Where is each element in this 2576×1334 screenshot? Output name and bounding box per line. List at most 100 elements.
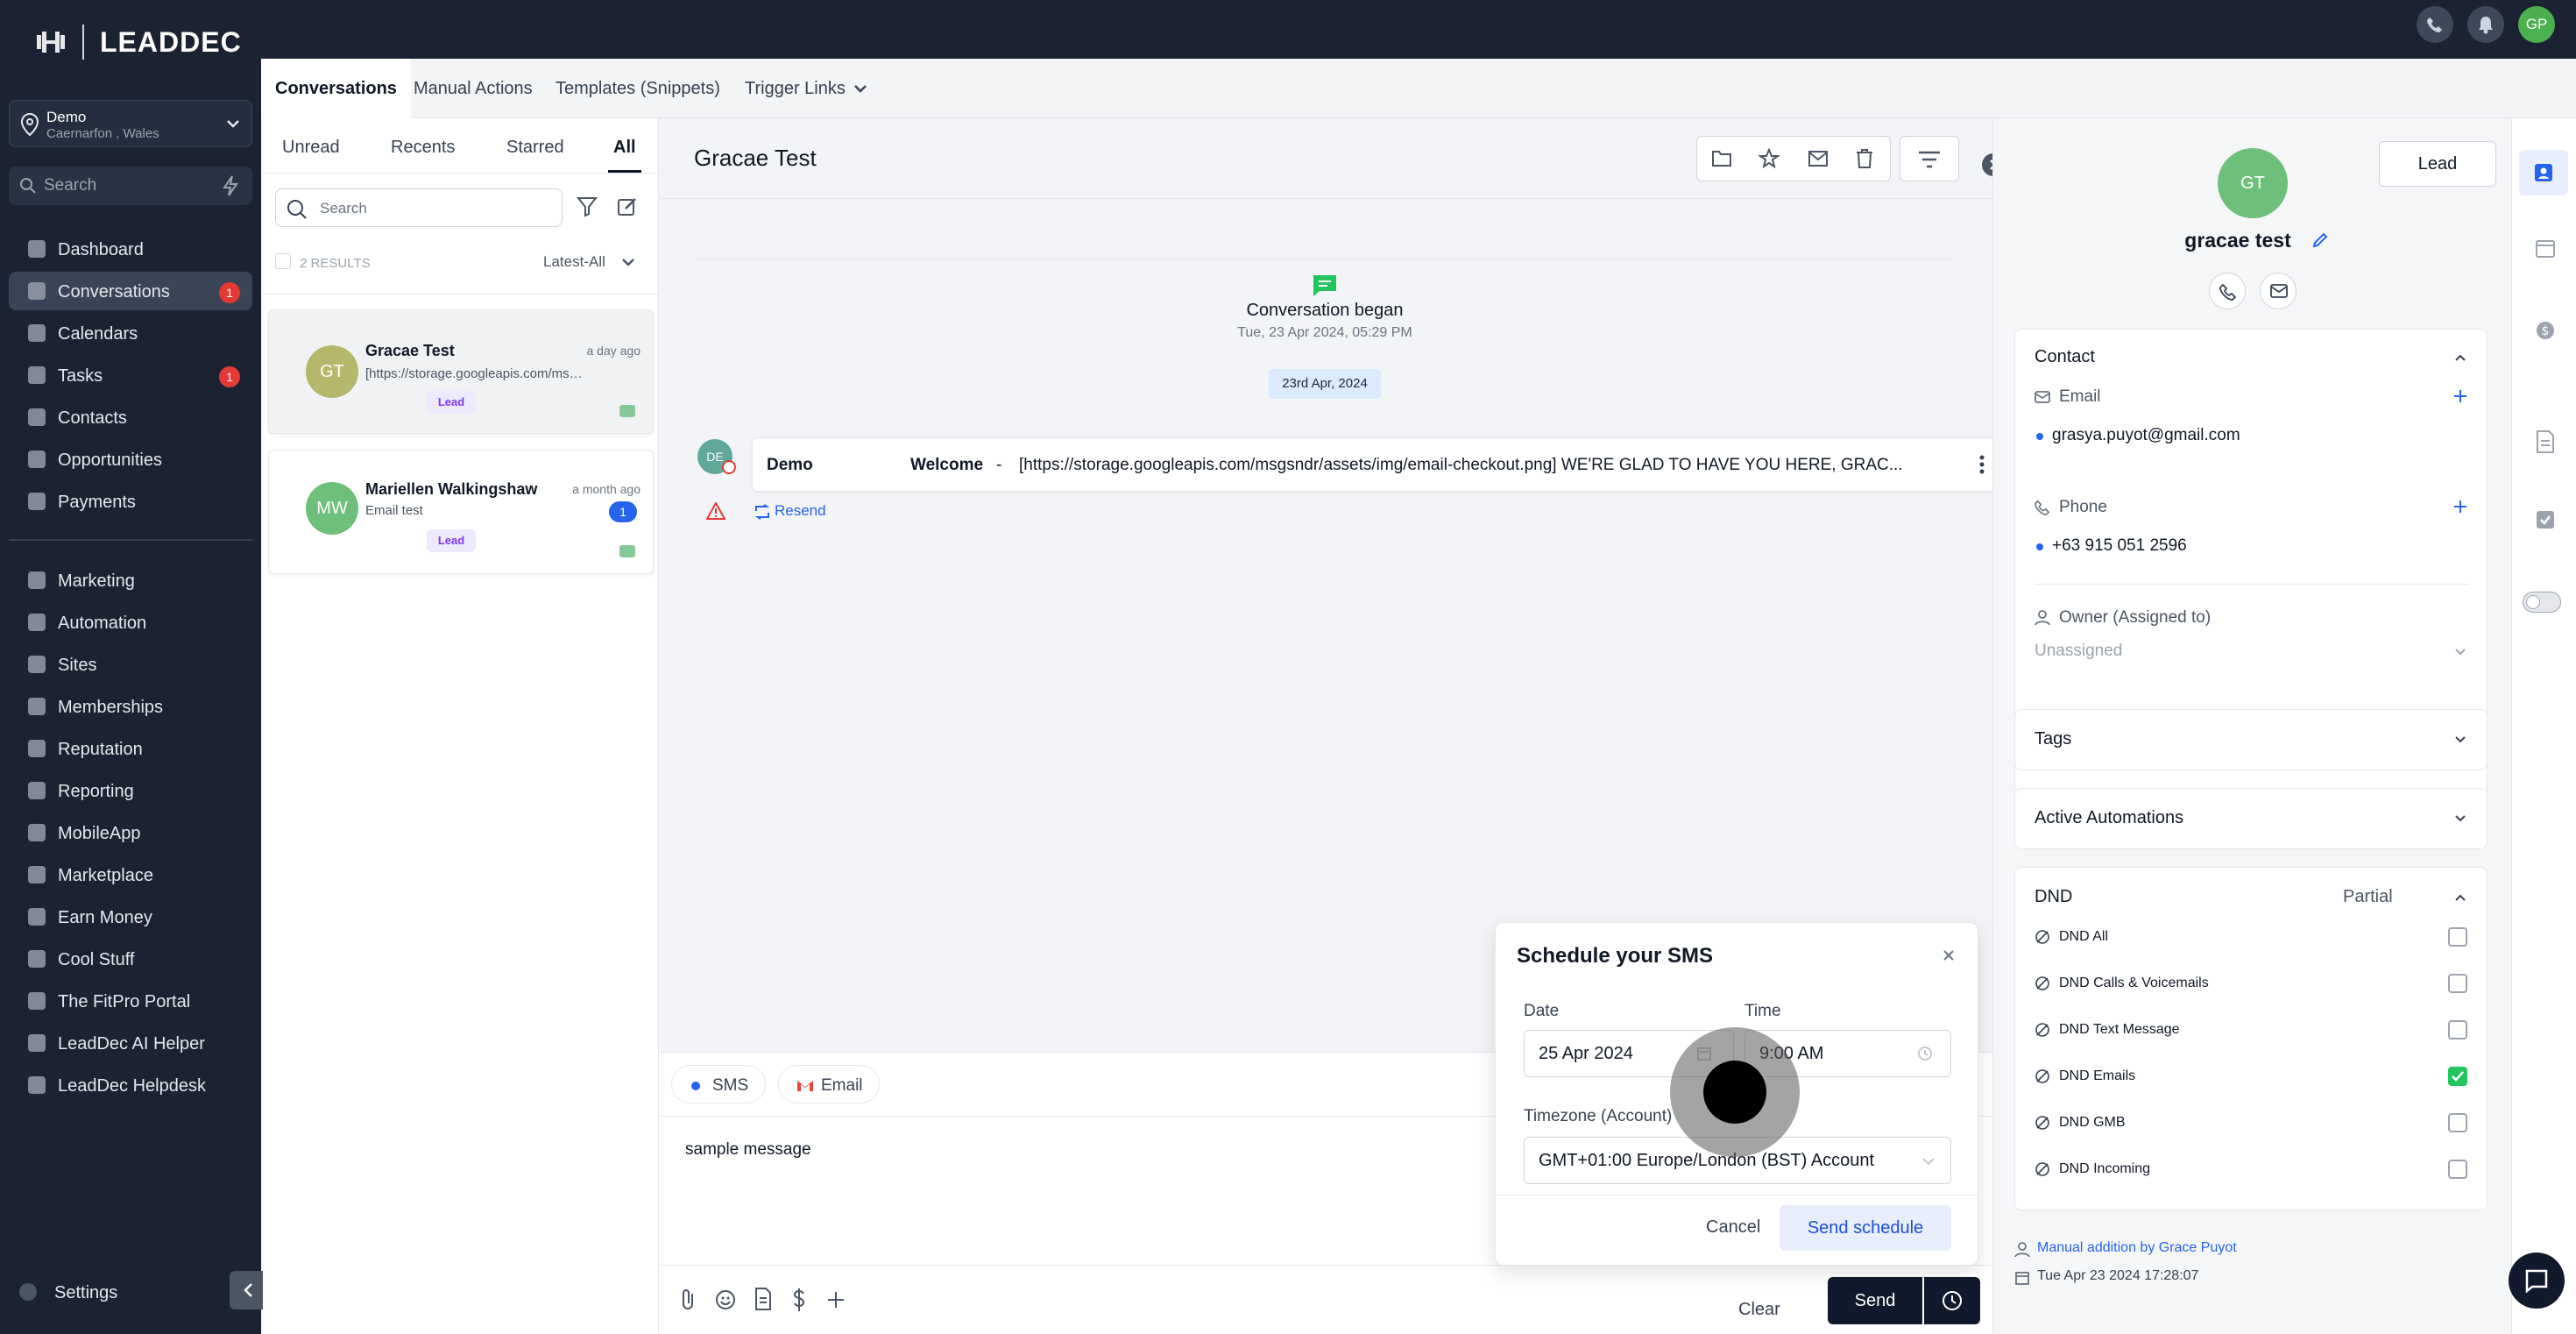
sidebar-item-label: Tasks: [58, 366, 103, 386]
trash-icon[interactable]: [1855, 148, 1874, 169]
lead-button[interactable]: Lead: [2379, 141, 2496, 187]
filter-recents[interactable]: Recents: [391, 138, 455, 173]
sidebar-item-leaddec-helpdesk[interactable]: LeadDec Helpdesk: [9, 1066, 252, 1104]
automations-section[interactable]: Active Automations: [2014, 788, 2488, 849]
phone-value[interactable]: +63 915 051 2596: [2052, 536, 2187, 556]
filter-starred[interactable]: Starred: [506, 138, 564, 173]
dnd-checkbox[interactable]: [2448, 1020, 2467, 1040]
dnd-checkbox[interactable]: [2448, 927, 2467, 947]
sidebar-item-earn-money[interactable]: Earn Money: [9, 898, 252, 936]
lightning-icon[interactable]: [219, 175, 242, 196]
sidebar-item-sites[interactable]: Sites: [9, 645, 252, 684]
sidebar-item-marketplace[interactable]: Marketplace: [9, 855, 252, 894]
sidebar-item-payments[interactable]: Payments: [9, 482, 252, 521]
dnd-checkbox[interactable]: [2448, 1113, 2467, 1132]
filter-icon[interactable]: [577, 195, 598, 218]
add-phone-icon[interactable]: [2453, 500, 2467, 514]
sidebar-item-label: Contacts: [58, 408, 127, 428]
edit-icon[interactable]: [2312, 232, 2328, 248]
dollar-icon[interactable]: [792, 1288, 806, 1312]
channel-email[interactable]: Email: [778, 1065, 880, 1103]
sidebar-item-cool-stuff[interactable]: Cool Stuff: [9, 940, 252, 978]
owner-select[interactable]: Unassigned: [2035, 642, 2122, 661]
email-message[interactable]: Demo Welcome - [https://storage.googleap…: [752, 437, 2001, 492]
calendar-icon[interactable]: [2535, 238, 2556, 259]
close-icon[interactable]: [1943, 949, 1955, 961]
email-value[interactable]: grasya.puyot@gmail.com: [2052, 426, 2240, 445]
manual-addition-link[interactable]: Manual addition by Grace Puyot: [2037, 1240, 2237, 1256]
toggle-switch[interactable]: [2523, 592, 2561, 613]
tasks-icon[interactable]: [2535, 509, 2556, 530]
folder-icon[interactable]: [1711, 149, 1732, 168]
list-search-input[interactable]: Search: [275, 188, 563, 227]
channel-sms[interactable]: SMS: [671, 1065, 766, 1103]
dnd-checkbox[interactable]: [2448, 974, 2467, 993]
dnd-checkbox[interactable]: [2448, 1067, 2467, 1086]
brand-logo[interactable]: LEADDEC: [35, 23, 242, 61]
tab-templates[interactable]: Templates (Snippets): [541, 59, 734, 118]
contact-name: Gracae Test: [365, 342, 455, 359]
sort-dropdown[interactable]: Latest-All: [543, 253, 605, 271]
cancel-button[interactable]: Cancel: [1706, 1217, 1760, 1238]
money-icon: [28, 908, 46, 926]
send-schedule-button[interactable]: Send schedule: [1780, 1205, 1951, 1251]
star-icon[interactable]: [1759, 148, 1780, 169]
attachment-icon[interactable]: [680, 1288, 697, 1310]
sidebar-item-the-fitpro-portal[interactable]: The FitPro Portal: [9, 982, 252, 1020]
sidebar-item-conversations[interactable]: Conversations 1: [9, 272, 252, 310]
add-email-icon[interactable]: [2453, 389, 2467, 403]
sidebar-item-reputation[interactable]: Reputation: [9, 729, 252, 768]
tab-trigger-links[interactable]: Trigger Links: [731, 59, 881, 118]
resend-link[interactable]: Resend: [775, 502, 826, 520]
send-button[interactable]: Send: [1828, 1277, 1922, 1324]
tags-section[interactable]: Tags: [2014, 709, 2488, 770]
template-icon[interactable]: [754, 1288, 773, 1310]
sidebar-search[interactable]: Search: [9, 167, 252, 205]
sidebar-item-label: The FitPro Portal: [58, 992, 191, 1011]
sidebar-item-dashboard[interactable]: Dashboard: [9, 230, 252, 268]
sidebar-item-leaddec-ai-helper[interactable]: LeadDec AI Helper: [9, 1024, 252, 1062]
list-item[interactable]: MW Mariellen Walkingshaw a month ago Ema…: [268, 450, 654, 574]
dnd-checkbox[interactable]: [2448, 1160, 2467, 1179]
sidebar-item-tasks[interactable]: Tasks 1: [9, 356, 252, 394]
schedule-button[interactable]: [1924, 1277, 1980, 1324]
plus-icon[interactable]: [827, 1291, 845, 1309]
settings-link[interactable]: Settings: [54, 1283, 117, 1303]
tab-manual-actions[interactable]: Manual Actions: [400, 59, 547, 118]
fire-icon: [28, 950, 46, 968]
compose-icon[interactable]: [617, 195, 638, 218]
chevron-up-icon[interactable]: [2455, 354, 2466, 361]
select-all-checkbox[interactable]: [275, 253, 291, 269]
list-item[interactable]: GT Gracae Test a day ago [https://storag…: [268, 309, 654, 434]
filter-unread[interactable]: Unread: [282, 138, 340, 173]
notes-icon[interactable]: [2535, 430, 2556, 453]
popup-footer-divider: [1496, 1195, 1979, 1196]
sidebar-item-calendars[interactable]: Calendars: [9, 314, 252, 352]
emoji-icon[interactable]: [715, 1289, 736, 1310]
chat-widget-button[interactable]: [2509, 1252, 2565, 1309]
mail-icon[interactable]: [1808, 149, 1829, 168]
sidebar-item-memberships[interactable]: Memberships: [9, 687, 252, 726]
contact-tab-button[interactable]: [2519, 150, 2568, 195]
tab-conversations[interactable]: Conversations: [261, 59, 411, 118]
filter-all[interactable]: All: [608, 138, 641, 173]
message-textarea[interactable]: sample message: [685, 1140, 811, 1160]
sort-messages-button[interactable]: [1900, 136, 1959, 181]
sidebar-item-automation[interactable]: Automation: [9, 603, 252, 642]
sidebar-item-mobileapp[interactable]: MobileApp: [9, 813, 252, 852]
email-button[interactable]: [2260, 273, 2296, 309]
call-button[interactable]: [2209, 273, 2246, 309]
more-options-icon[interactable]: [1979, 454, 1985, 475]
sidebar-item-reporting[interactable]: Reporting: [9, 771, 252, 810]
sidebar-item-opportunities[interactable]: Opportunities: [9, 440, 252, 479]
chevron-up-icon[interactable]: [2455, 894, 2466, 901]
user-avatar[interactable]: GP: [2518, 6, 2555, 43]
payments-icon[interactable]: $: [2535, 320, 2556, 341]
location-switcher[interactable]: Demo Caernarfon , Wales: [9, 100, 252, 147]
sidebar-item-marketing[interactable]: Marketing: [9, 561, 252, 600]
phone-button[interactable]: [2417, 6, 2453, 43]
clear-button[interactable]: Clear: [1738, 1300, 1780, 1320]
chevron-down-icon[interactable]: [622, 259, 634, 266]
notifications-button[interactable]: [2467, 6, 2504, 43]
sidebar-item-contacts[interactable]: Contacts: [9, 398, 252, 436]
